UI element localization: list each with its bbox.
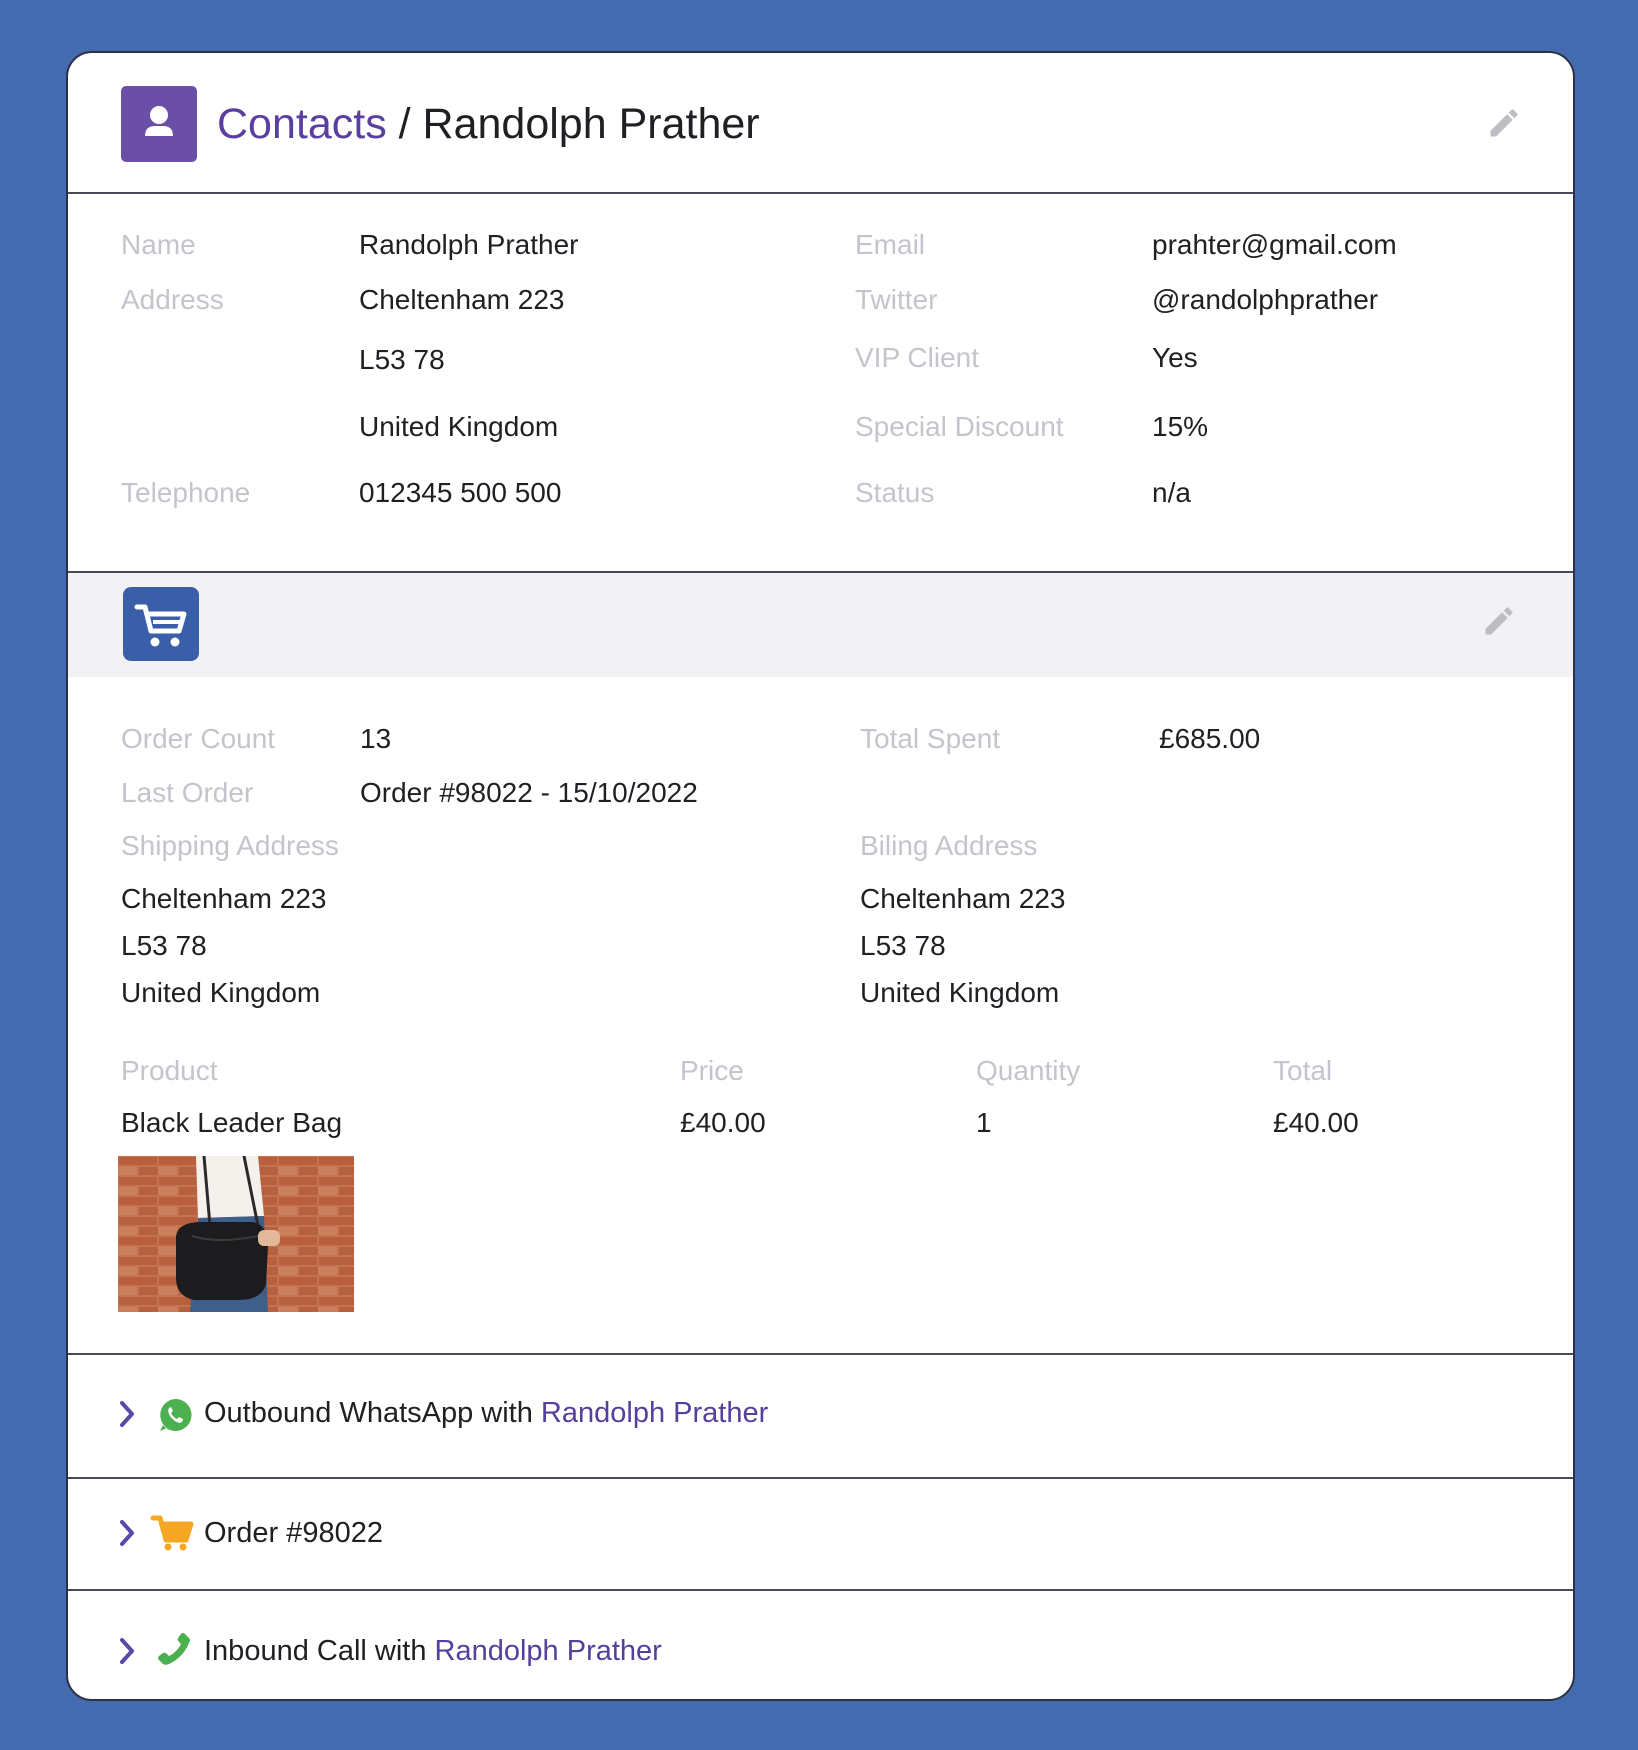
telephone-value: 012345 500 500 xyxy=(359,477,562,508)
activity-row-order[interactable]: Order #98022 xyxy=(68,1479,1573,1589)
contact-link[interactable]: Randolph Prather xyxy=(435,1635,662,1667)
product-image[interactable] xyxy=(118,1156,354,1312)
billing-address-line2: L53 78 xyxy=(860,930,946,961)
cart-icon xyxy=(150,1513,194,1558)
activity-prefix: Inbound Call with xyxy=(204,1635,435,1667)
price-column-header: Price xyxy=(680,1055,744,1086)
whatsapp-icon xyxy=(157,1397,193,1438)
orders-section-header xyxy=(68,573,1573,677)
status-value: n/a xyxy=(1152,477,1191,508)
activity-title: Inbound Call with Randolph Prather xyxy=(204,1635,662,1668)
quantity-column-header: Quantity xyxy=(976,1055,1081,1086)
activity-row-call[interactable]: Inbound Call with Randolph Prather xyxy=(68,1591,1573,1699)
breadcrumb-separator: / xyxy=(386,100,423,148)
last-order-value: Order #98022 - 15/10/2022 xyxy=(360,777,698,808)
shipping-address-line3: United Kingdom xyxy=(121,977,321,1008)
vip-client-label: VIP Client xyxy=(855,342,979,373)
total-spent-value: £685.00 xyxy=(1159,723,1261,754)
telephone-label: Telephone xyxy=(121,477,251,508)
address-line3: United Kingdom xyxy=(359,411,559,442)
twitter-value[interactable]: @randolphprather xyxy=(1152,284,1378,316)
product-name-cell: Black Leader Bag xyxy=(121,1107,343,1138)
twitter-label: Twitter xyxy=(855,284,938,315)
shipping-address-line2: L53 78 xyxy=(121,930,207,961)
billing-address-line1: Cheltenham 223 xyxy=(860,883,1066,914)
shipping-address-label: Shipping Address xyxy=(121,830,339,861)
product-total-cell: £40.00 xyxy=(1273,1107,1359,1138)
order-count-label: Order Count xyxy=(121,723,276,754)
product-column-header: Product xyxy=(121,1055,218,1086)
billing-address-line3: United Kingdom xyxy=(860,977,1060,1008)
name-value: Randolph Prather xyxy=(359,229,579,260)
contact-person-icon xyxy=(121,86,197,162)
breadcrumb-current: Randolph Prather xyxy=(422,100,760,148)
page-title: Contacts / Randolph Prather xyxy=(217,93,760,155)
shipping-address-line1: Cheltenham 223 xyxy=(121,883,327,914)
chevron-right-icon[interactable] xyxy=(118,1519,136,1552)
contact-link[interactable]: Randolph Prather xyxy=(541,1397,768,1429)
total-spent-label: Total Spent xyxy=(860,723,1001,754)
address-line2: L53 78 xyxy=(359,344,445,375)
email-value[interactable]: prahter@gmail.com xyxy=(1152,229,1397,261)
billing-address-label: Biling Address xyxy=(860,830,1038,861)
activity-prefix: Outbound WhatsApp with xyxy=(204,1397,541,1429)
breadcrumb-contacts-link[interactable]: Contacts xyxy=(217,100,387,148)
activity-title: Order #98022 xyxy=(204,1517,383,1549)
vip-client-value: Yes xyxy=(1152,342,1198,373)
header-divider xyxy=(68,192,1573,194)
name-label: Name xyxy=(121,229,196,260)
product-quantity-cell: 1 xyxy=(976,1107,992,1138)
product-price-cell: £40.00 xyxy=(680,1107,766,1138)
total-column-header: Total xyxy=(1273,1055,1333,1086)
shopping-cart-icon xyxy=(123,587,199,661)
email-label: Email xyxy=(855,229,926,260)
contact-card: Contacts / Randolph Prather Name Randolp… xyxy=(66,51,1575,1701)
edit-orders-pencil-icon[interactable] xyxy=(1481,603,1517,644)
special-discount-value: 15% xyxy=(1152,411,1209,442)
special-discount-label: Special Discount xyxy=(855,411,1064,442)
activity-row-whatsapp[interactable]: Outbound WhatsApp with Randolph Prather xyxy=(68,1355,1573,1477)
order-count-value: 13 xyxy=(360,723,392,754)
last-order-label: Last Order xyxy=(121,777,254,808)
activity-title: Outbound WhatsApp with Randolph Prather xyxy=(204,1397,768,1430)
phone-icon xyxy=(156,1631,192,1672)
status-label: Status xyxy=(855,477,935,508)
edit-contact-pencil-icon[interactable] xyxy=(1486,105,1522,146)
chevron-right-icon[interactable] xyxy=(118,1400,136,1433)
address-label: Address xyxy=(121,284,224,315)
chevron-right-icon[interactable] xyxy=(118,1637,136,1670)
address-line1: Cheltenham 223 xyxy=(359,284,565,315)
